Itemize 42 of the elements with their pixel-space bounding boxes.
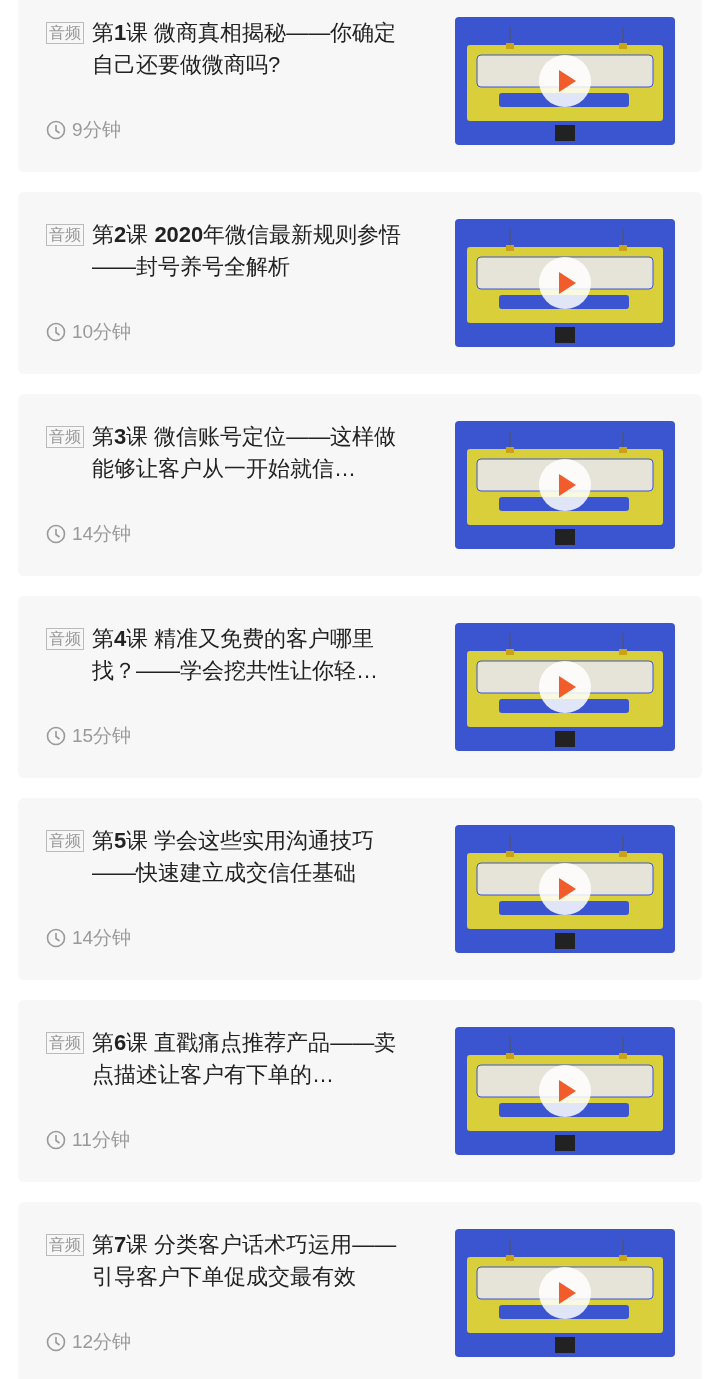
lesson-title: 第5课 学会这些实用沟通技巧——快速建立成交信任基础 xyxy=(92,827,376,887)
play-icon[interactable] xyxy=(539,55,591,107)
duration-text: 15分钟 xyxy=(72,723,132,748)
play-icon[interactable] xyxy=(539,661,591,713)
lesson-title: 第4课 精准又免费的客户哪里找？——学会挖共性让你轻… xyxy=(92,625,379,685)
duration-text: 9分钟 xyxy=(72,117,121,142)
play-icon[interactable] xyxy=(539,1065,591,1117)
lesson-card[interactable]: 音频 第3课 微信账号定位——这样做能够让客户从一开始就信… 14分钟 xyxy=(18,394,702,576)
clock-icon xyxy=(46,119,66,140)
clock-icon xyxy=(46,1331,66,1352)
lesson-card[interactable]: 音频 第1课 微商真相揭秘——你确定自己还要做微商吗? 9分钟 xyxy=(18,0,702,172)
clock-icon xyxy=(46,725,66,746)
clock-icon xyxy=(46,523,66,544)
duration-text: 14分钟 xyxy=(72,925,132,950)
audio-tag: 音频 xyxy=(46,830,84,852)
clock-icon xyxy=(46,1129,66,1150)
audio-tag: 音频 xyxy=(46,1234,84,1256)
lesson-title: 第6课 直戳痛点推荐产品——卖点描述让客户有下单的… xyxy=(92,1029,398,1089)
lesson-card[interactable]: 音频 第7课 分类客户话术巧运用——引导客户下单促成交最有效 12分钟 xyxy=(18,1202,702,1379)
duration-text: 12分钟 xyxy=(72,1329,132,1354)
duration-text: 10分钟 xyxy=(72,319,132,344)
lesson-title: 第3课 微信账号定位——这样做能够让客户从一开始就信… xyxy=(92,423,398,483)
lesson-title: 第1课 微商真相揭秘——你确定自己还要做微商吗? xyxy=(92,19,398,79)
play-icon[interactable] xyxy=(539,1267,591,1319)
play-icon[interactable] xyxy=(539,257,591,309)
audio-tag: 音频 xyxy=(46,1032,84,1054)
lesson-title: 第7课 分类客户话术巧运用——引导客户下单促成交最有效 xyxy=(92,1231,398,1291)
audio-tag: 音频 xyxy=(46,22,84,44)
lesson-card[interactable]: 音频 第5课 学会这些实用沟通技巧——快速建立成交信任基础 14分钟 xyxy=(18,798,702,980)
play-icon[interactable] xyxy=(539,863,591,915)
lesson-card[interactable]: 音频 第2课 2020年微信最新规则参悟——封号养号全解析 10分钟 xyxy=(18,192,702,374)
duration-text: 11分钟 xyxy=(72,1127,130,1152)
audio-tag: 音频 xyxy=(46,628,84,650)
duration-text: 14分钟 xyxy=(72,521,132,546)
lesson-card[interactable]: 音频 第4课 精准又免费的客户哪里找？——学会挖共性让你轻… 15分钟 xyxy=(18,596,702,778)
audio-tag: 音频 xyxy=(46,224,84,246)
audio-tag: 音频 xyxy=(46,426,84,448)
clock-icon xyxy=(46,321,66,342)
lesson-title: 第2课 2020年微信最新规则参悟——封号养号全解析 xyxy=(92,221,403,281)
clock-icon xyxy=(46,927,66,948)
lesson-card[interactable]: 音频 第6课 直戳痛点推荐产品——卖点描述让客户有下单的… 11分钟 xyxy=(18,1000,702,1182)
play-icon[interactable] xyxy=(539,459,591,511)
